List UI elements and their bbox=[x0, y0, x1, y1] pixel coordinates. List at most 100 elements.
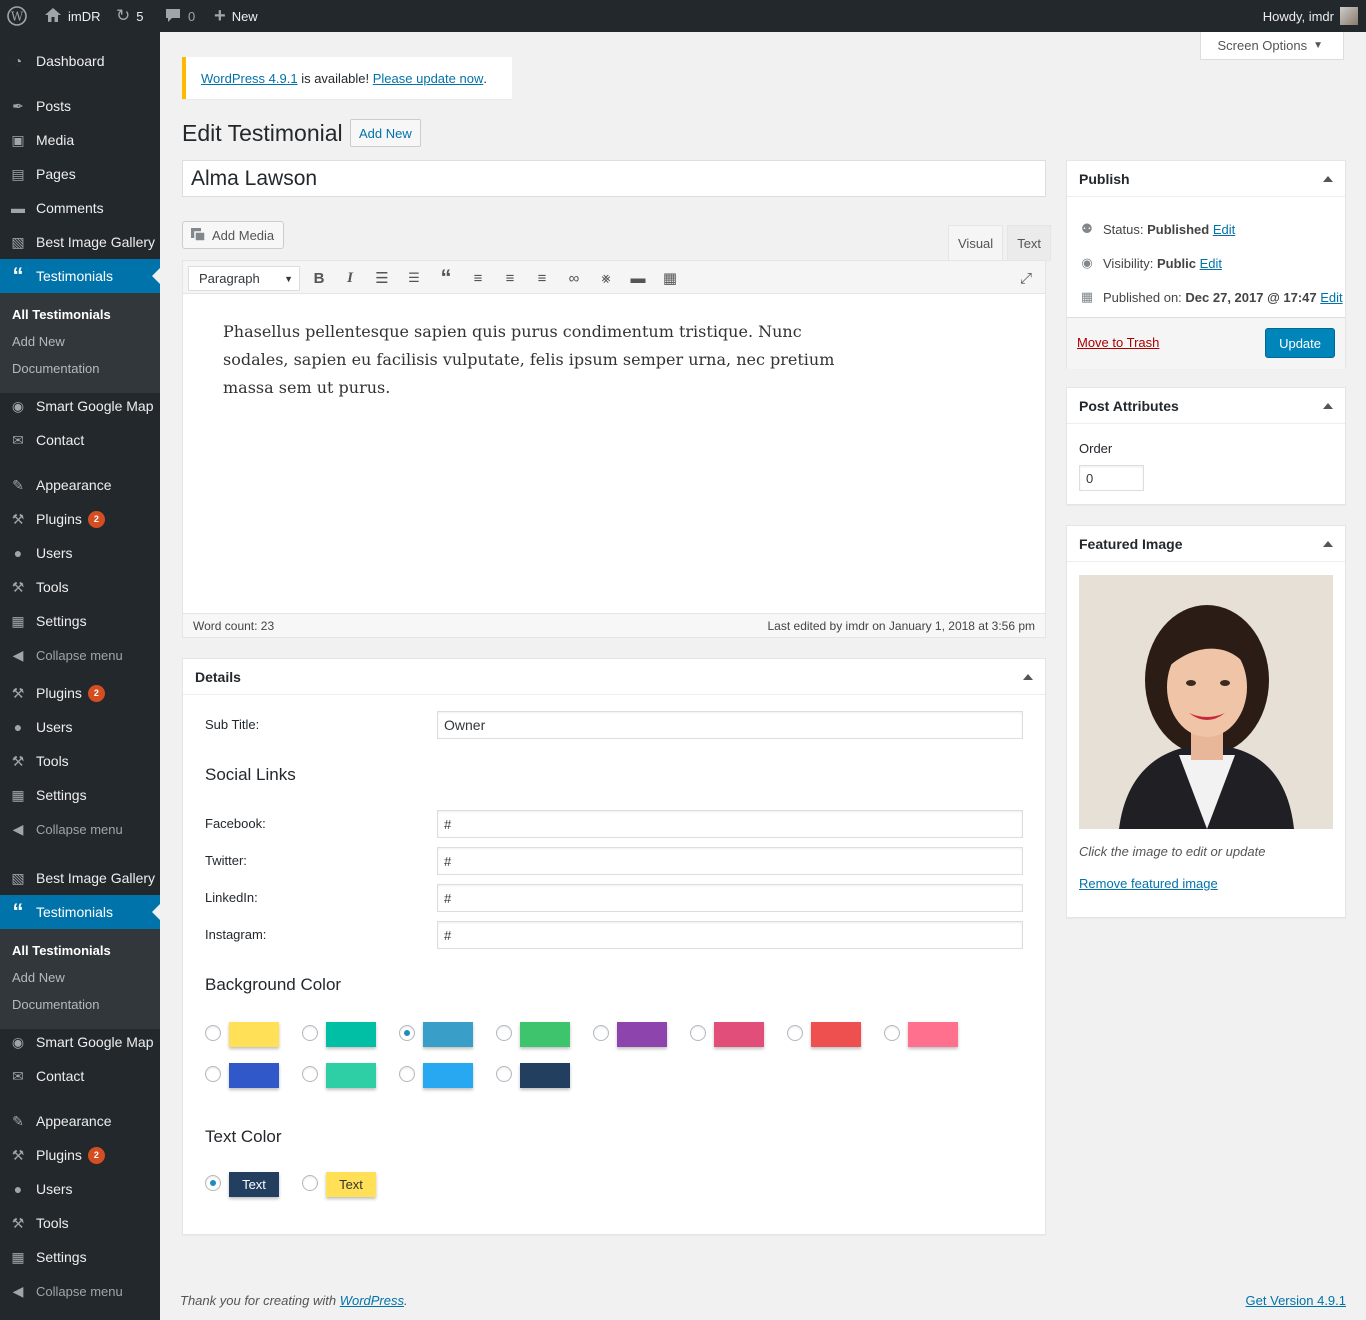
order-input[interactable]: 0 bbox=[1079, 465, 1144, 491]
submenu-documentation[interactable]: Documentation bbox=[12, 997, 99, 1012]
menu-collapse[interactable]: ◀ Collapse menu bbox=[0, 812, 160, 846]
background-color-swatch-11[interactable] bbox=[423, 1063, 473, 1088]
menu-appearance[interactable]: ✎ Appearance bbox=[0, 1104, 160, 1138]
background-color-swatch-1[interactable] bbox=[229, 1022, 279, 1047]
submenu-all-testimonials[interactable]: All Testimonials bbox=[12, 943, 111, 958]
background-color-swatch-4[interactable] bbox=[520, 1022, 570, 1047]
updates-link[interactable]: ↻ 5 bbox=[116, 0, 143, 32]
wordpress-logo-icon[interactable]: W bbox=[7, 0, 27, 32]
featured-image[interactable] bbox=[1079, 575, 1333, 829]
background-color-radio-8[interactable] bbox=[884, 1025, 900, 1041]
post-title-input[interactable]: Alma Lawson bbox=[182, 160, 1046, 197]
link-icon[interactable]: ∞ bbox=[562, 266, 586, 290]
background-color-radio-5[interactable] bbox=[593, 1025, 609, 1041]
background-color-swatch-7[interactable] bbox=[811, 1022, 861, 1047]
facebook-input[interactable]: # bbox=[437, 810, 1023, 838]
get-version-link[interactable]: Get Version 4.9.1 bbox=[1246, 1293, 1346, 1308]
collapse-arrow-icon[interactable] bbox=[1323, 402, 1333, 409]
remove-featured-image-link[interactable]: Remove featured image bbox=[1079, 876, 1218, 891]
background-color-swatch-6[interactable] bbox=[714, 1022, 764, 1047]
twitter-input[interactable]: # bbox=[437, 847, 1023, 875]
menu-comments[interactable]: ▬ Comments bbox=[0, 191, 160, 225]
fullscreen-icon[interactable]: ⤢ bbox=[1014, 266, 1038, 290]
comments-link[interactable]: 0 bbox=[164, 0, 195, 32]
site-name-link[interactable]: imDR bbox=[44, 0, 101, 32]
align-center-icon[interactable]: ≡ bbox=[498, 266, 522, 290]
align-right-icon[interactable]: ≡ bbox=[530, 266, 554, 290]
menu-users[interactable]: ● Users bbox=[0, 536, 160, 570]
tab-visual[interactable]: Visual bbox=[948, 225, 1004, 261]
menu-posts[interactable]: ✒ Posts bbox=[0, 89, 160, 123]
instagram-input[interactable]: # bbox=[437, 921, 1023, 949]
unlink-icon[interactable]: ⨳ bbox=[594, 266, 618, 290]
menu-settings[interactable]: ▦ Settings bbox=[0, 1240, 160, 1274]
background-color-radio-4[interactable] bbox=[496, 1025, 512, 1041]
menu-contact[interactable]: ✉ Contact bbox=[0, 1059, 160, 1093]
linkedin-input[interactable]: # bbox=[437, 884, 1023, 912]
menu-settings[interactable]: ▦ Settings bbox=[0, 604, 160, 638]
screen-options-button[interactable]: Screen Options ▼ bbox=[1200, 32, 1344, 60]
blockquote-icon[interactable]: “ bbox=[434, 265, 458, 290]
background-color-swatch-5[interactable] bbox=[617, 1022, 667, 1047]
background-color-swatch-3[interactable] bbox=[423, 1022, 473, 1047]
add-new-button[interactable]: Add New bbox=[350, 119, 421, 147]
menu-appearance[interactable]: ✎ Appearance bbox=[0, 468, 160, 502]
tab-text[interactable]: Text bbox=[1007, 225, 1052, 261]
edit-date-link[interactable]: Edit bbox=[1320, 290, 1342, 305]
background-color-radio-2[interactable] bbox=[302, 1025, 318, 1041]
bold-icon[interactable]: B bbox=[307, 266, 331, 290]
background-color-radio-1[interactable] bbox=[205, 1025, 221, 1041]
post-attributes-header[interactable]: Post Attributes bbox=[1067, 388, 1345, 424]
subtitle-input[interactable]: Owner bbox=[437, 711, 1023, 739]
menu-settings[interactable]: ▦ Settings bbox=[0, 778, 160, 812]
background-color-radio-7[interactable] bbox=[787, 1025, 803, 1041]
submenu-add-new[interactable]: Add New bbox=[12, 970, 65, 985]
edit-status-link[interactable]: Edit bbox=[1213, 222, 1235, 237]
menu-plugins[interactable]: ⚒ Plugins 2 bbox=[0, 1138, 160, 1172]
read-more-icon[interactable]: ▬ bbox=[626, 266, 650, 290]
background-color-radio-3[interactable] bbox=[399, 1025, 415, 1041]
submenu-documentation[interactable]: Documentation bbox=[12, 361, 99, 376]
wordpress-link[interactable]: WordPress bbox=[340, 1293, 404, 1308]
menu-testimonials[interactable]: “ Testimonials bbox=[0, 895, 160, 929]
background-color-radio-11[interactable] bbox=[399, 1066, 415, 1082]
text-color-swatch-2[interactable]: Text bbox=[326, 1172, 376, 1197]
background-color-swatch-2[interactable] bbox=[326, 1022, 376, 1047]
format-select[interactable]: Paragraph ▼ bbox=[188, 266, 300, 291]
background-color-swatch-12[interactable] bbox=[520, 1063, 570, 1088]
menu-pages[interactable]: ▤ Pages bbox=[0, 157, 160, 191]
move-to-trash-link[interactable]: Move to Trash bbox=[1077, 335, 1159, 350]
submenu-all-testimonials[interactable]: All Testimonials bbox=[12, 307, 111, 322]
toolbar-toggle-icon[interactable]: ▦ bbox=[658, 266, 682, 290]
text-color-swatch-1[interactable]: Text bbox=[229, 1172, 279, 1197]
menu-best-image-gallery[interactable]: ▧ Best Image Gallery bbox=[0, 225, 160, 259]
background-color-swatch-8[interactable] bbox=[908, 1022, 958, 1047]
align-left-icon[interactable]: ≡ bbox=[466, 266, 490, 290]
menu-plugins[interactable]: ⚒ Plugins 2 bbox=[0, 502, 160, 536]
wordpress-version-link[interactable]: WordPress 4.9.1 bbox=[201, 71, 298, 86]
background-color-radio-9[interactable] bbox=[205, 1066, 221, 1082]
menu-dashboard[interactable]: ◔ Dashboard bbox=[0, 44, 160, 78]
background-color-radio-10[interactable] bbox=[302, 1066, 318, 1082]
collapse-arrow-icon[interactable] bbox=[1323, 540, 1333, 547]
menu-smart-google-map[interactable]: ◉ Smart Google Map bbox=[0, 1025, 160, 1059]
menu-users[interactable]: ● Users bbox=[0, 710, 160, 744]
collapse-arrow-icon[interactable] bbox=[1323, 175, 1333, 182]
menu-tools[interactable]: ⚒ Tools bbox=[0, 1206, 160, 1240]
menu-users[interactable]: ● Users bbox=[0, 1172, 160, 1206]
editor-content[interactable]: Phasellus pellentesque sapien quis purus… bbox=[183, 294, 883, 426]
background-color-swatch-10[interactable] bbox=[326, 1063, 376, 1088]
menu-tools[interactable]: ⚒ Tools bbox=[0, 570, 160, 604]
update-button[interactable]: Update bbox=[1265, 328, 1335, 358]
details-header[interactable]: Details bbox=[183, 659, 1045, 695]
menu-contact[interactable]: ✉ Contact bbox=[0, 423, 160, 457]
background-color-swatch-9[interactable] bbox=[229, 1063, 279, 1088]
new-content-link[interactable]: + New bbox=[214, 0, 258, 32]
menu-media[interactable]: ▣ Media bbox=[0, 123, 160, 157]
menu-tools[interactable]: ⚒ Tools bbox=[0, 744, 160, 778]
text-color-radio-1[interactable] bbox=[205, 1175, 221, 1191]
text-color-radio-2[interactable] bbox=[302, 1175, 318, 1191]
edit-visibility-link[interactable]: Edit bbox=[1200, 256, 1222, 271]
menu-collapse[interactable]: ◀ Collapse menu bbox=[0, 1274, 160, 1308]
update-now-link[interactable]: Please update now bbox=[373, 71, 484, 86]
